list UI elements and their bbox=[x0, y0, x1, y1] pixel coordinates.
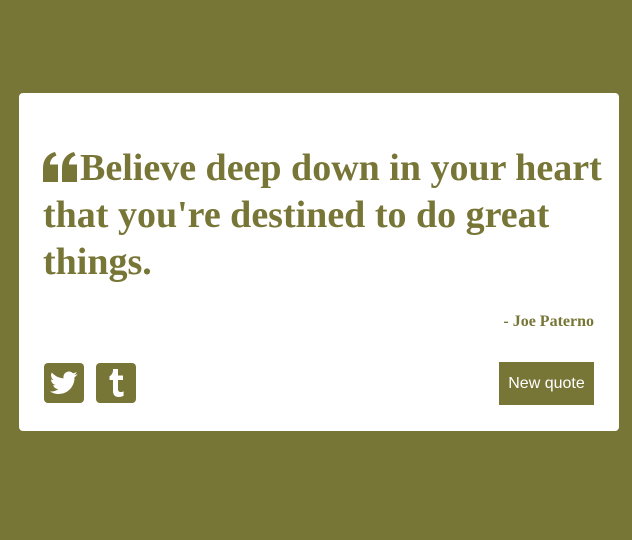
quote-text: Believe deep down in your heart that you… bbox=[43, 147, 602, 283]
twitter-icon bbox=[50, 371, 78, 394]
quote-text-container: Believe deep down in your heart that you… bbox=[43, 145, 603, 286]
quote-box: Believe deep down in your heart that you… bbox=[19, 93, 619, 431]
share-buttons bbox=[44, 363, 136, 403]
new-quote-button[interactable]: New quote bbox=[499, 362, 594, 405]
quote-left-icon bbox=[43, 152, 77, 182]
tumblr-icon bbox=[109, 369, 124, 397]
tumblr-quote-button[interactable] bbox=[96, 363, 136, 403]
tweet-quote-button[interactable] bbox=[44, 363, 84, 403]
quote-author: - Joe Paterno bbox=[503, 313, 594, 330]
